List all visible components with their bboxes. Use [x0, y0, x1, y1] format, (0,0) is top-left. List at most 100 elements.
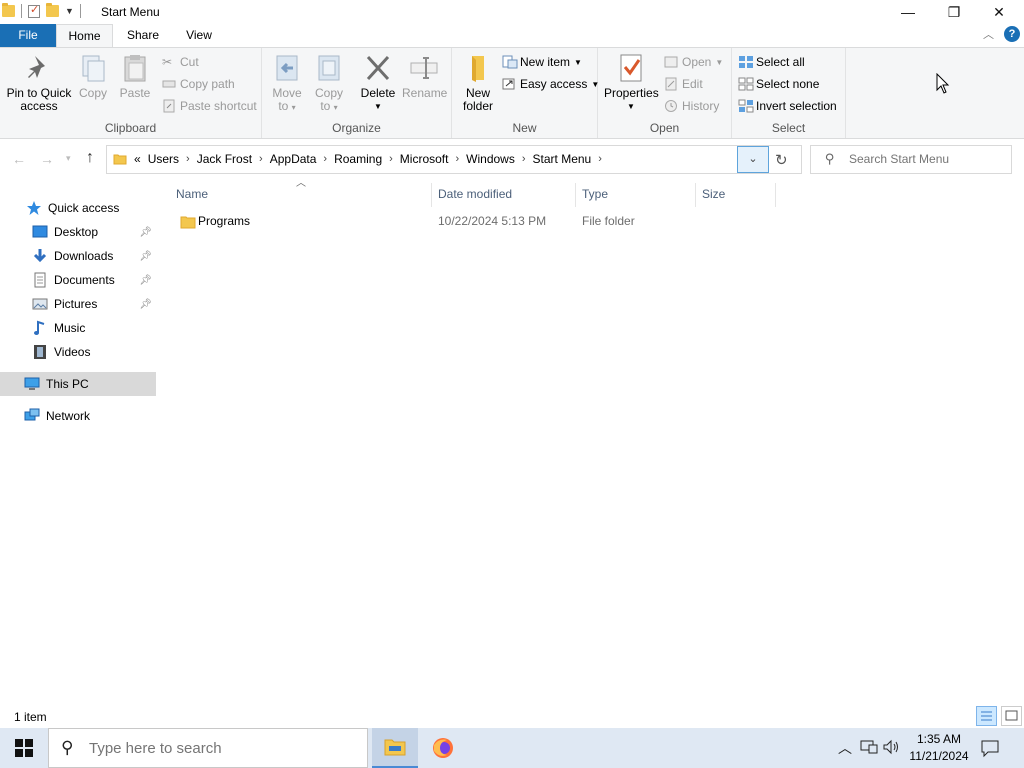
forward-arrow-icon[interactable]: →	[40, 151, 54, 167]
nav-network[interactable]: Network	[0, 404, 156, 428]
minimize-ribbon-icon[interactable]: ︿	[983, 26, 994, 42]
nav-quick-access[interactable]: Quick access	[0, 196, 156, 220]
tab-share[interactable]: Share	[118, 24, 168, 47]
clock[interactable]: 1:35 AM 11/21/2024	[904, 731, 974, 765]
back-arrow-icon[interactable]: ←	[12, 151, 26, 167]
nav-item-documents[interactable]: Documents 📌︎	[0, 268, 156, 292]
volume-icon[interactable]	[882, 739, 900, 758]
copy-to-icon	[313, 52, 345, 84]
breadcrumb-jack-frost[interactable]: Jack Frost	[197, 152, 252, 166]
easy-access-button[interactable]: Easy access ▼	[502, 74, 599, 94]
select-group: Select all Select none Invert selection …	[732, 48, 846, 138]
show-hidden-icons-icon[interactable]: ︿	[838, 738, 852, 758]
breadcrumb-overflow[interactable]: «	[134, 152, 141, 166]
minimize-button[interactable]: —	[885, 0, 931, 24]
network-status-icon[interactable]	[860, 739, 878, 758]
start-button[interactable]	[0, 728, 48, 768]
cut-button[interactable]: ✂ Cut	[162, 52, 199, 72]
pin-icon[interactable]: 📌︎	[139, 227, 152, 238]
nav-item-pictures[interactable]: Pictures 📌︎	[0, 292, 156, 316]
move-to-button[interactable]: Move to ▾	[270, 52, 304, 114]
column-header-type[interactable]: Type	[576, 183, 696, 207]
windows-logo-icon	[15, 739, 33, 757]
file-list-header: Name Date modified Type Size	[170, 183, 776, 207]
tab-file[interactable]: File	[0, 24, 56, 47]
tab-view[interactable]: View	[176, 24, 222, 47]
properties-icon[interactable]	[28, 3, 40, 18]
large-icons-view-icon[interactable]	[1001, 706, 1022, 726]
breadcrumb-chevron-icon[interactable]: ›	[598, 153, 602, 165]
paste-shortcut-button[interactable]: Paste shortcut	[162, 96, 257, 116]
breadcrumb-appdata[interactable]: AppData	[270, 152, 317, 166]
select-none-button[interactable]: Select none	[738, 74, 819, 94]
recent-locations-dropdown-icon[interactable]: ▾	[66, 153, 71, 164]
delete-dropdown-icon[interactable]: ▼	[360, 100, 396, 113]
paste-shortcut-icon	[162, 99, 176, 113]
properties-button[interactable]: Properties ▼	[604, 52, 659, 113]
file-explorer-taskbar-button[interactable]	[372, 728, 418, 768]
clipboard-group: Pin to Quick access Copy Paste ✂ Cut Cop…	[0, 48, 262, 138]
breadcrumb-windows[interactable]: Windows	[466, 152, 515, 166]
nav-this-pc[interactable]: This PC	[0, 372, 156, 396]
new-folder-button[interactable]: New folder	[458, 52, 498, 113]
table-row[interactable]: Programs 10/22/2024 5:13 PM File folder	[176, 211, 776, 233]
pin-to-quick-access-button[interactable]: Pin to Quick access	[4, 52, 74, 113]
new-group: New folder New item ▼ Easy access ▼ New	[452, 48, 599, 138]
pin-icon[interactable]: 📌︎	[139, 275, 152, 286]
firefox-icon	[433, 738, 453, 758]
select-all-button[interactable]: Select all	[738, 52, 805, 72]
up-arrow-icon[interactable]: ↑	[86, 149, 94, 167]
nav-item-desktop[interactable]: Desktop 📌︎	[0, 220, 156, 244]
taskbar-search-box[interactable]: ⚲	[48, 728, 368, 768]
column-header-name[interactable]: Name	[170, 183, 432, 207]
pin-icon[interactable]: 📌︎	[139, 251, 152, 262]
breadcrumb-chevron-icon[interactable]: ›	[323, 153, 327, 165]
nav-item-downloads[interactable]: Downloads 📌︎	[0, 244, 156, 268]
nav-item-music[interactable]: Music	[0, 316, 156, 340]
history-button[interactable]: History	[664, 96, 719, 116]
details-view-icon[interactable]	[976, 706, 997, 726]
navigation-pane: Quick access Desktop 📌︎ Downloads 📌︎ Doc…	[0, 190, 156, 700]
copy-button[interactable]: Copy	[76, 52, 110, 100]
breadcrumb-roaming[interactable]: Roaming	[334, 152, 382, 166]
rename-button[interactable]: Rename	[402, 52, 447, 100]
search-box[interactable]: ⚲	[810, 145, 1012, 174]
column-header-size[interactable]: Size	[696, 183, 776, 207]
tab-home[interactable]: Home	[56, 24, 113, 47]
breadcrumb-chevron-icon[interactable]: ›	[455, 153, 459, 165]
copy-path-button[interactable]: Copy path	[162, 74, 235, 94]
copy-to-button[interactable]: Copy to ▾	[312, 52, 346, 114]
address-history-dropdown-icon[interactable]: ⌄	[737, 146, 769, 173]
address-bar[interactable]: « Users › Jack Frost › AppData › Roaming…	[106, 145, 802, 174]
search-input[interactable]	[849, 152, 999, 166]
pin-icon[interactable]: 📌︎	[139, 299, 152, 310]
paste-button[interactable]: Paste	[118, 52, 152, 100]
history-icon	[664, 99, 678, 113]
copy-path-label: Copy path	[180, 77, 235, 91]
edit-button[interactable]: Edit	[664, 74, 703, 94]
column-header-date-modified[interactable]: Date modified	[432, 183, 576, 207]
notification-center-icon[interactable]	[980, 738, 1000, 761]
invert-selection-button[interactable]: Invert selection	[738, 96, 837, 116]
nav-item-videos[interactable]: Videos	[0, 340, 156, 364]
close-button[interactable]: ✕	[976, 0, 1022, 24]
refresh-icon[interactable]: ↻	[775, 151, 788, 169]
open-button[interactable]: Open ▼	[664, 52, 723, 72]
new-item-button[interactable]: New item ▼	[502, 52, 582, 72]
breadcrumb-chevron-icon[interactable]: ›	[186, 153, 190, 165]
taskbar-search-input[interactable]	[89, 740, 359, 757]
breadcrumb-chevron-icon[interactable]: ›	[522, 153, 526, 165]
new-folder-icon	[462, 52, 494, 84]
restore-button[interactable]: ❐	[931, 0, 977, 24]
customize-toolbar-dropdown-icon[interactable]: ▼	[65, 6, 74, 16]
breadcrumb-microsoft[interactable]: Microsoft	[400, 152, 449, 166]
properties-dropdown-icon[interactable]: ▼	[604, 100, 658, 113]
new-folder-icon[interactable]	[46, 3, 59, 17]
breadcrumb-chevron-icon[interactable]: ›	[389, 153, 393, 165]
delete-button[interactable]: Delete ▼	[360, 52, 396, 113]
breadcrumb-start-menu[interactable]: Start Menu	[533, 152, 592, 166]
firefox-taskbar-button[interactable]	[420, 728, 466, 768]
breadcrumb-chevron-icon[interactable]: ›	[259, 153, 263, 165]
breadcrumb-users[interactable]: Users	[148, 152, 179, 166]
help-icon[interactable]: ?	[1004, 26, 1020, 42]
